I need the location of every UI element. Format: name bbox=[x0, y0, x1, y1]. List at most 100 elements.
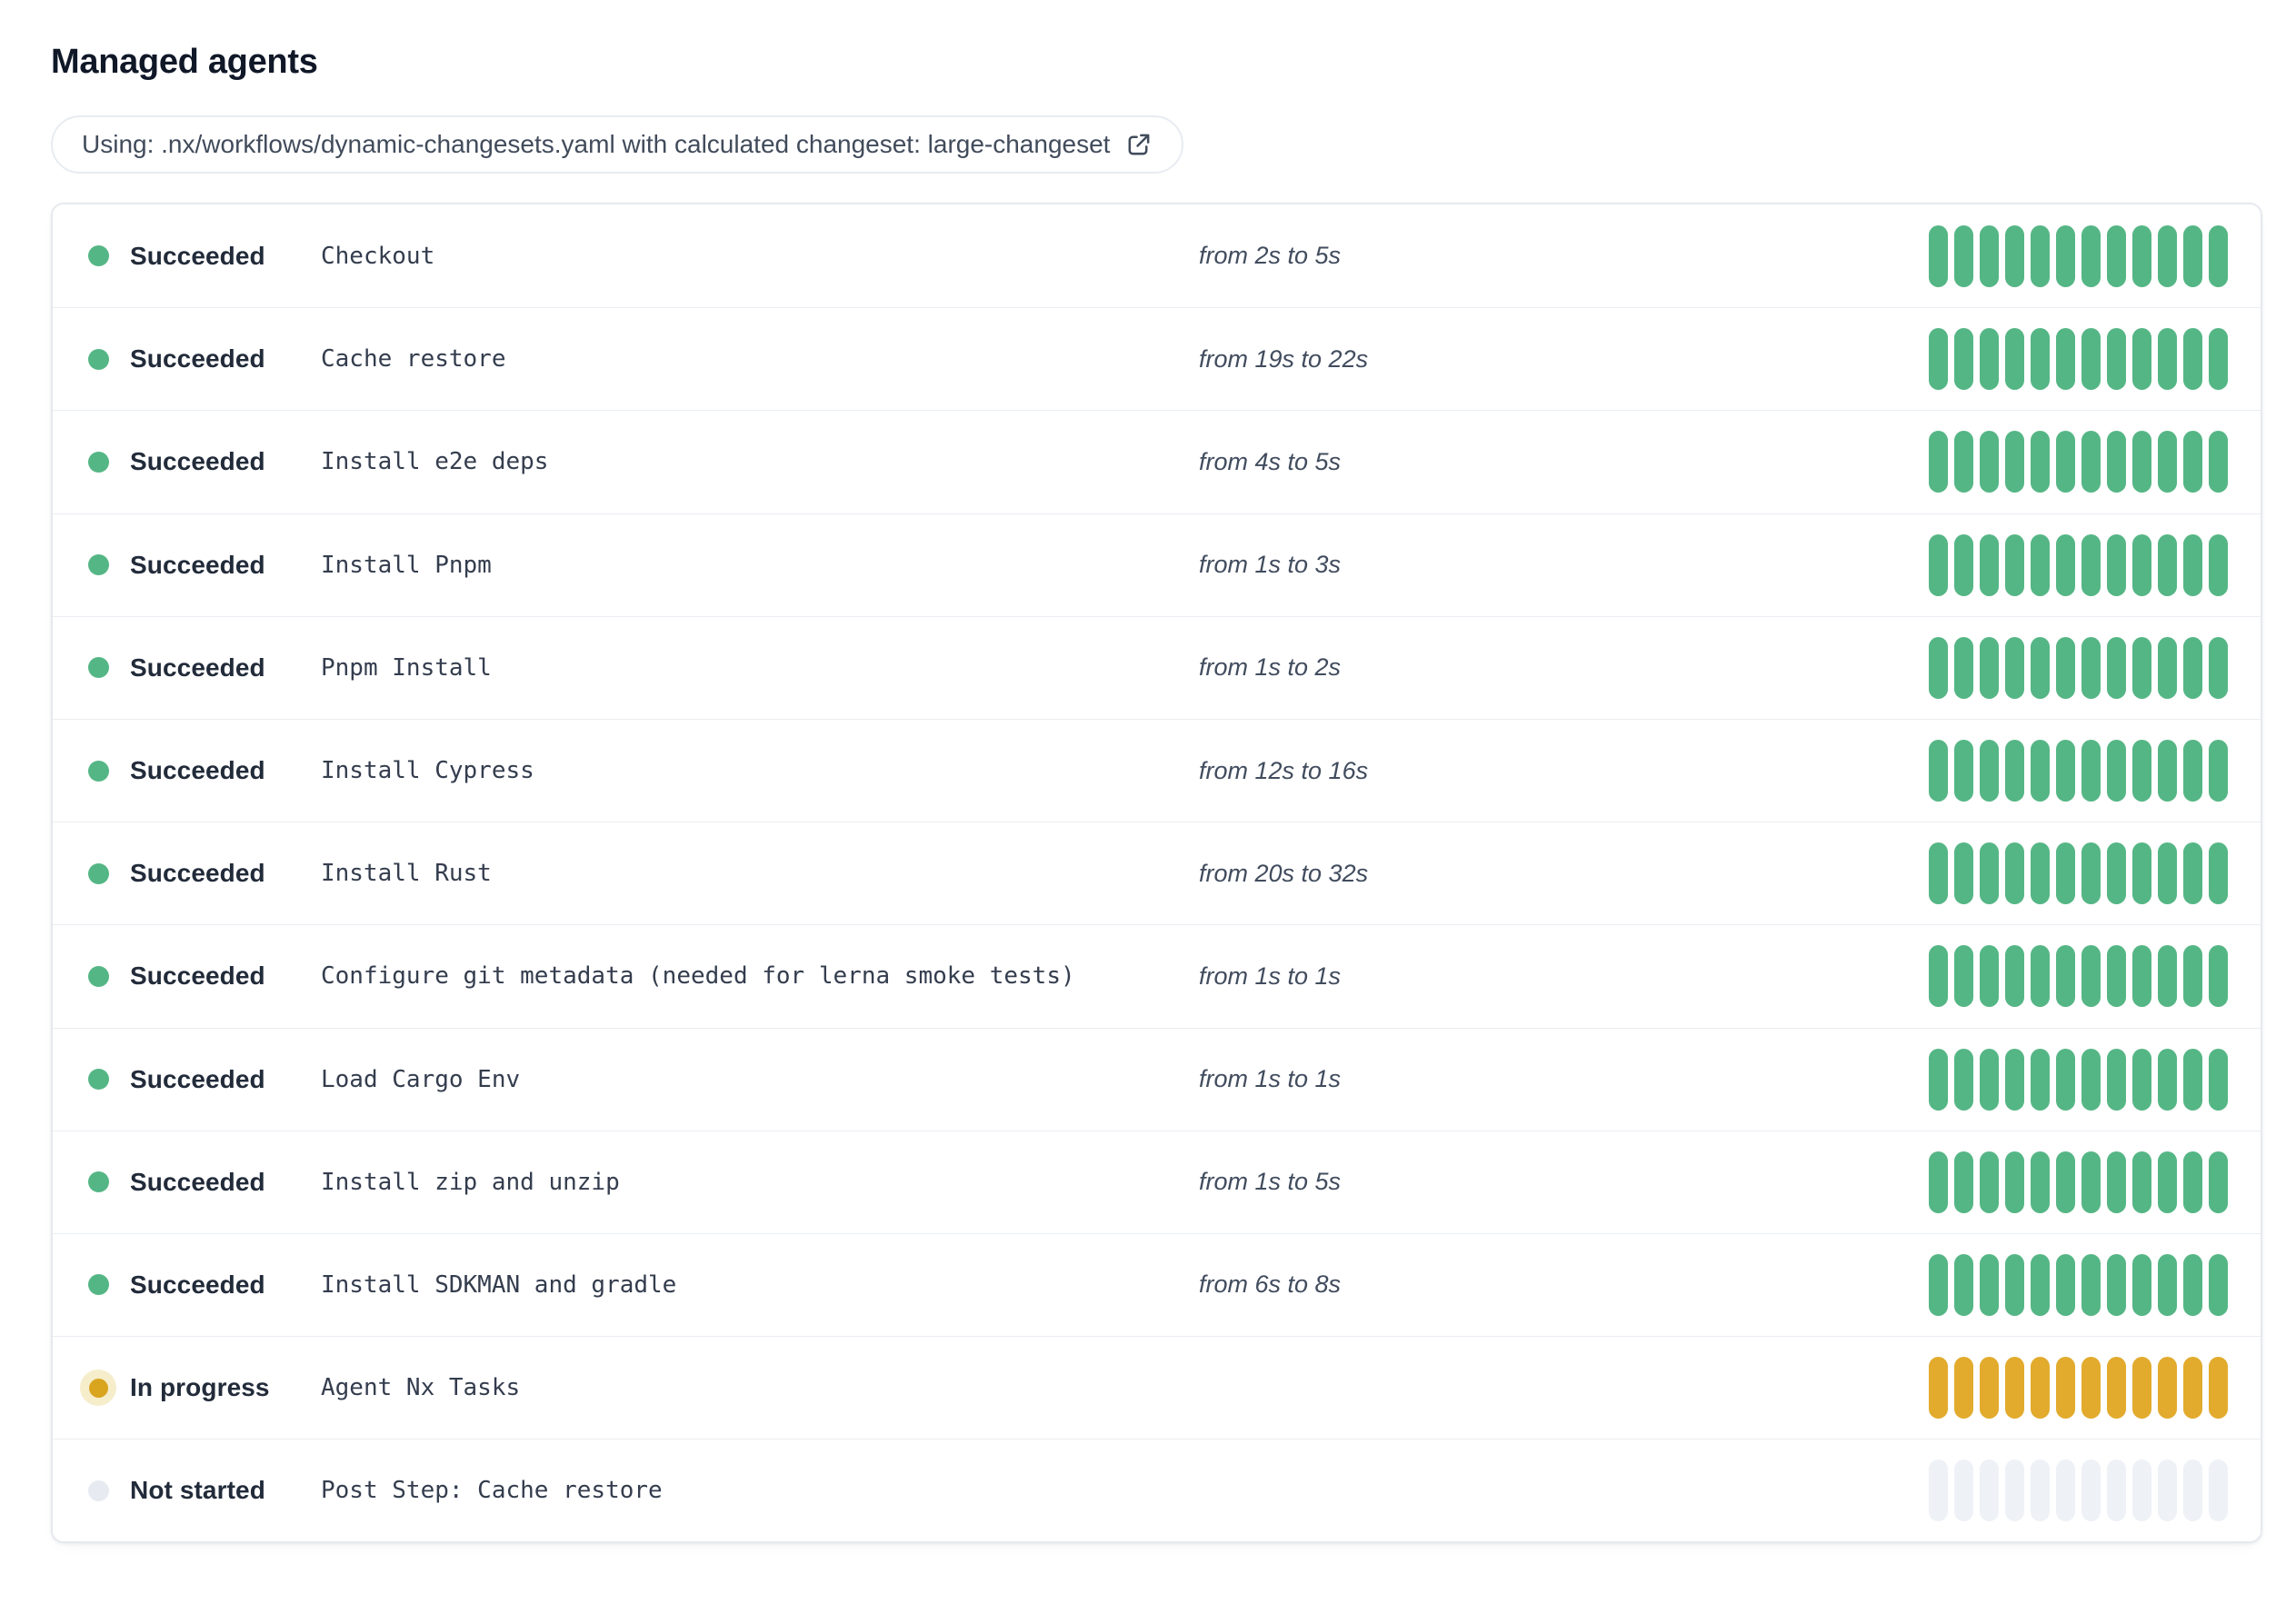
progress-segment bbox=[2132, 1151, 2151, 1213]
progress-segment bbox=[1980, 945, 1999, 1008]
progress-segment bbox=[2056, 1460, 2075, 1522]
progress-segment bbox=[2031, 431, 2050, 493]
status-dot bbox=[80, 1061, 116, 1098]
progress-segment bbox=[2107, 1253, 2126, 1316]
agent-row[interactable]: Succeeded Install SDKMAN and gradle from… bbox=[53, 1232, 2261, 1337]
progress-segment bbox=[2005, 945, 2024, 1008]
progress-segment bbox=[2209, 1357, 2228, 1420]
agent-row[interactable]: Succeeded Install Cypress from 12s to 16… bbox=[53, 718, 2261, 822]
progress-segment bbox=[2183, 1460, 2202, 1522]
step-name: Load Cargo Env bbox=[321, 1065, 521, 1093]
progress-segment bbox=[2107, 842, 2126, 905]
progress-segment bbox=[2158, 945, 2177, 1008]
progress-segment bbox=[2183, 636, 2202, 699]
progress-segment bbox=[2031, 224, 2050, 287]
progress-segment bbox=[2031, 636, 2050, 699]
progress-segment bbox=[1929, 842, 1948, 905]
step-name: Install zip and unzip bbox=[321, 1168, 620, 1196]
progress-bar bbox=[1929, 1048, 2228, 1111]
step-name: Agent Nx Tasks bbox=[321, 1374, 521, 1402]
status-label: Not started bbox=[130, 1476, 265, 1505]
status-dot bbox=[80, 752, 116, 789]
progress-segment bbox=[1954, 740, 1973, 802]
progress-segment bbox=[1980, 1151, 1999, 1213]
progress-segment bbox=[2158, 1357, 2177, 1420]
progress-segment bbox=[2005, 224, 2024, 287]
progress-segment bbox=[2031, 740, 2050, 802]
workflow-banner[interactable]: Using: .nx/workflows/dynamic-changesets.… bbox=[51, 115, 1184, 174]
progress-segment bbox=[1929, 328, 1948, 391]
status-dot bbox=[80, 855, 116, 892]
progress-bar bbox=[1929, 1460, 2228, 1522]
progress-segment bbox=[1954, 945, 1973, 1008]
progress-segment bbox=[1954, 1151, 1973, 1213]
progress-segment bbox=[1929, 533, 1948, 596]
progress-segment bbox=[2081, 328, 2101, 391]
progress-segment bbox=[2005, 636, 2024, 699]
progress-segment bbox=[2209, 842, 2228, 905]
agent-row[interactable]: Succeeded Cache restore from 19s to 22s bbox=[53, 307, 2261, 411]
page-title: Managed agents bbox=[51, 43, 318, 81]
progress-segment bbox=[2081, 636, 2101, 699]
status-label: In progress bbox=[130, 1373, 270, 1402]
progress-segment bbox=[2081, 1253, 2101, 1316]
progress-segment bbox=[2081, 842, 2101, 905]
status-dot bbox=[80, 1370, 116, 1407]
progress-segment bbox=[2081, 533, 2101, 596]
agent-row[interactable]: Succeeded Install Rust from 20s to 32s bbox=[53, 822, 2261, 925]
progress-segment bbox=[2183, 740, 2202, 802]
progress-segment bbox=[2209, 636, 2228, 699]
agent-row[interactable]: Not started Post Step: Cache restore bbox=[53, 1439, 2261, 1542]
progress-segment bbox=[1980, 1460, 1999, 1522]
progress-segment bbox=[2158, 1151, 2177, 1213]
progress-segment bbox=[2183, 533, 2202, 596]
workflow-banner-label: Using: .nx/workflows/dynamic-changesets.… bbox=[82, 130, 1111, 158]
agent-row[interactable]: Succeeded Install Pnpm from 1s to 3s bbox=[53, 513, 2261, 616]
agent-row[interactable]: Succeeded Install zip and unzip from 1s … bbox=[53, 1130, 2261, 1233]
progress-segment bbox=[1929, 1357, 1948, 1420]
progress-segment bbox=[2056, 636, 2075, 699]
status-label: Succeeded bbox=[130, 1064, 265, 1093]
agent-row[interactable]: In progress Agent Nx Tasks bbox=[53, 1336, 2261, 1440]
agent-row[interactable]: Succeeded Checkout from 2s to 5s bbox=[53, 204, 2261, 308]
duration-range: from 1s to 3s bbox=[1199, 551, 1342, 579]
step-name: Install e2e deps bbox=[321, 448, 549, 476]
progress-segment bbox=[1954, 1357, 1973, 1420]
duration-range: from 12s to 16s bbox=[1199, 756, 1369, 784]
duration-range: from 1s to 5s bbox=[1199, 1168, 1342, 1196]
agent-row[interactable]: Succeeded Load Cargo Env from 1s to 1s bbox=[53, 1027, 2261, 1131]
progress-segment bbox=[2081, 431, 2101, 493]
duration-range: from 6s to 8s bbox=[1199, 1270, 1342, 1299]
progress-segment bbox=[1980, 636, 1999, 699]
progress-segment bbox=[2005, 1253, 2024, 1316]
progress-segment bbox=[1929, 945, 1948, 1008]
progress-segment bbox=[2209, 328, 2228, 391]
progress-segment bbox=[1929, 431, 1948, 493]
progress-segment bbox=[2056, 533, 2075, 596]
progress-segment bbox=[2132, 842, 2151, 905]
progress-segment bbox=[2031, 1357, 2050, 1420]
progress-segment bbox=[1954, 636, 1973, 699]
progress-segment bbox=[2107, 1460, 2126, 1522]
step-name: Configure git metadata (needed for lerna… bbox=[321, 962, 1075, 991]
status-label: Succeeded bbox=[130, 961, 265, 991]
agent-row[interactable]: Succeeded Pnpm Install from 1s to 2s bbox=[53, 615, 2261, 719]
duration-range: from 1s to 1s bbox=[1199, 961, 1342, 990]
progress-segment bbox=[1980, 1253, 1999, 1316]
duration-range: from 2s to 5s bbox=[1199, 242, 1342, 270]
status-label: Succeeded bbox=[130, 1167, 265, 1196]
agent-row[interactable]: Succeeded Install e2e deps from 4s to 5s bbox=[53, 410, 2261, 513]
progress-segment bbox=[1954, 224, 1973, 287]
progress-segment bbox=[2209, 1048, 2228, 1111]
progress-segment bbox=[2132, 1357, 2151, 1420]
progress-segment bbox=[2056, 328, 2075, 391]
progress-bar bbox=[1929, 533, 2228, 596]
progress-segment bbox=[1929, 1151, 1948, 1213]
progress-segment bbox=[2056, 1151, 2075, 1213]
progress-segment bbox=[2031, 1253, 2050, 1316]
progress-segment bbox=[2107, 533, 2126, 596]
progress-segment bbox=[2158, 533, 2177, 596]
progress-segment bbox=[2056, 224, 2075, 287]
agent-row[interactable]: Succeeded Configure git metadata (needed… bbox=[53, 924, 2261, 1028]
progress-segment bbox=[2005, 328, 2024, 391]
